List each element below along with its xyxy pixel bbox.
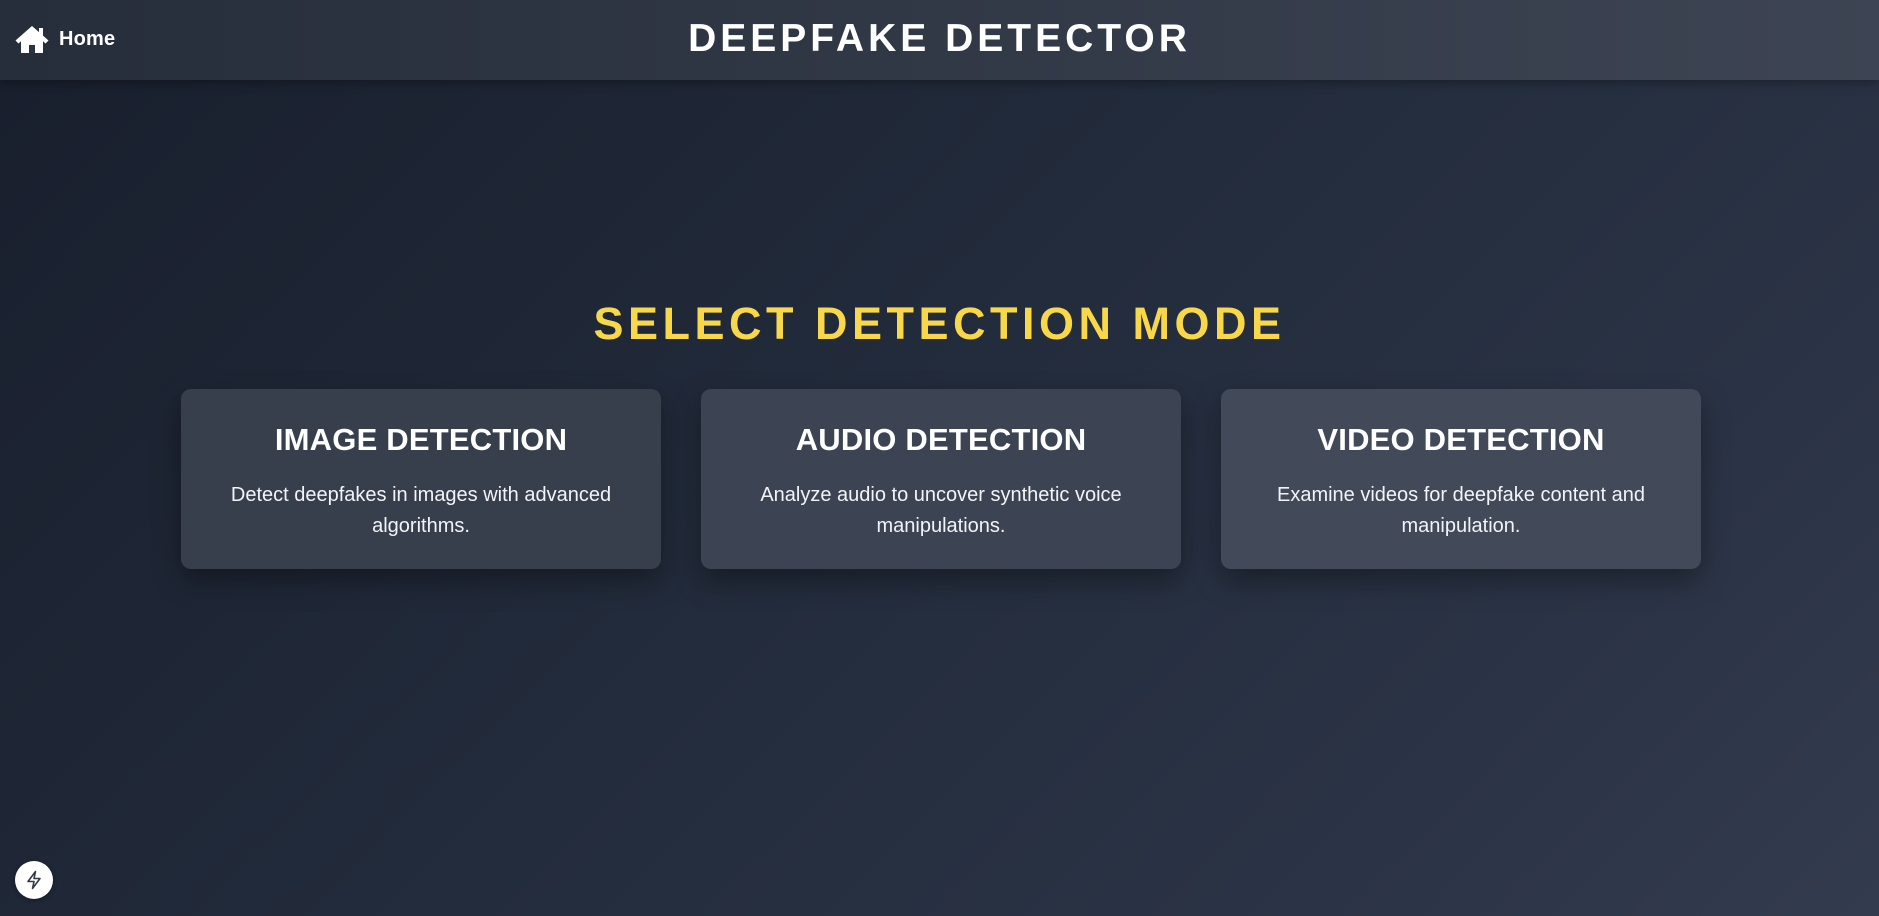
dev-tools-button[interactable]: [15, 861, 53, 899]
card-title: AUDIO DETECTION: [795, 422, 1087, 457]
app-title: DEEPFAKE DETECTOR: [688, 17, 1191, 60]
card-title: IMAGE DETECTION: [274, 422, 568, 457]
card-description: Detect deepfakes in images with advanced…: [230, 484, 612, 537]
card-title: VIDEO DETECTION: [1317, 422, 1605, 457]
detection-mode-cards: IMAGE DETECTION Detect deepfakes in imag…: [181, 389, 1701, 569]
top-header: Home DEEPFAKE DETECTOR: [0, 0, 1879, 80]
audio-detection-card[interactable]: AUDIO DETECTION Analyze audio to uncover…: [701, 389, 1181, 569]
video-detection-card[interactable]: VIDEO DETECTION Examine videos for deepf…: [1221, 389, 1701, 569]
card-description: Examine videos for deepfake content and …: [1276, 484, 1646, 537]
card-description: Analyze audio to uncover synthetic voice…: [760, 484, 1122, 537]
lightning-bolt-icon: [25, 870, 43, 890]
image-detection-card[interactable]: IMAGE DETECTION Detect deepfakes in imag…: [181, 389, 661, 569]
section-title: SELECT DETECTION MODE: [593, 298, 1286, 349]
